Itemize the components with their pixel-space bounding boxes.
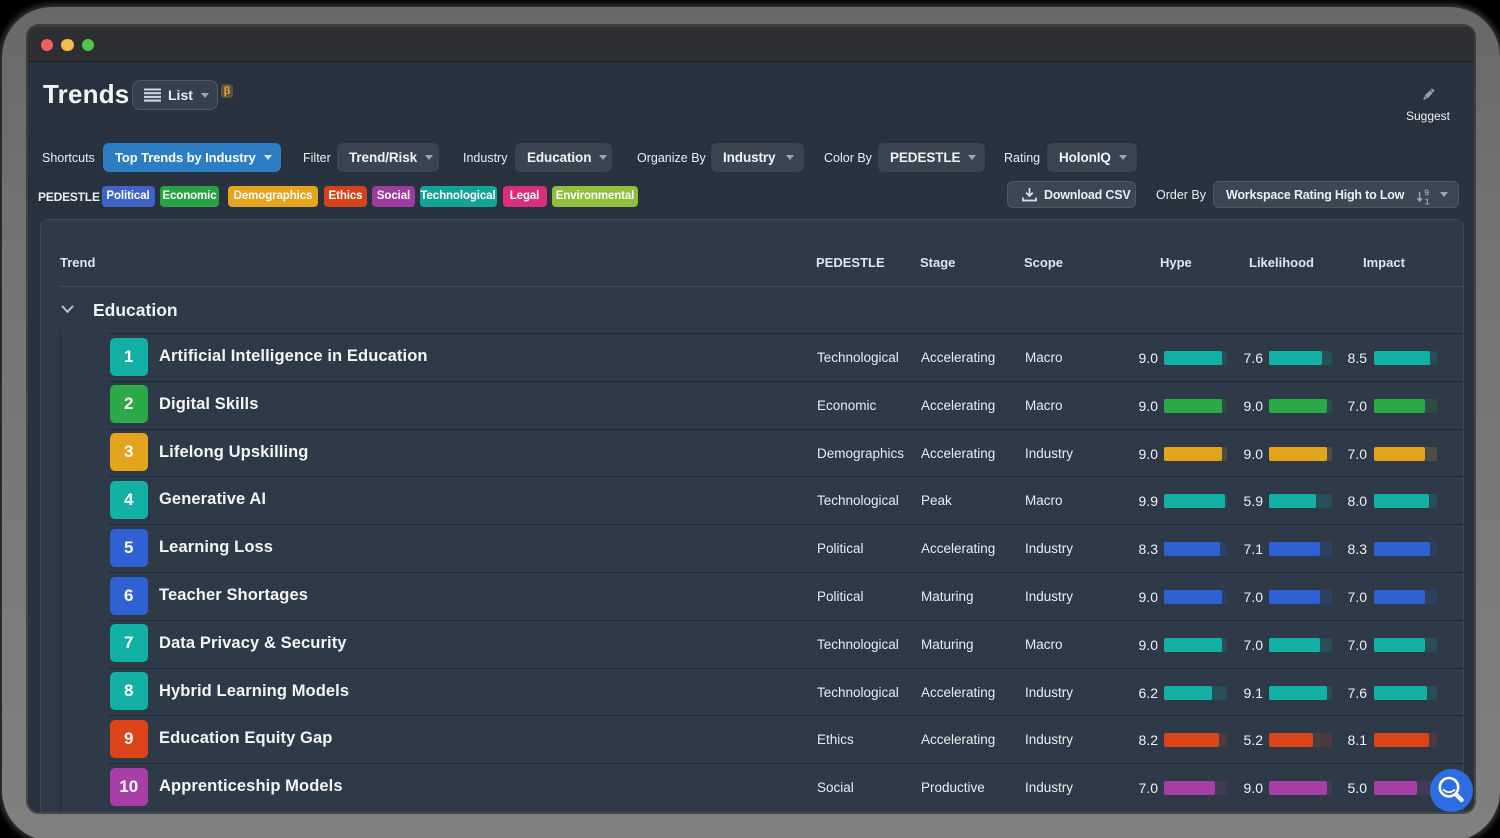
svg-text:1: 1 xyxy=(1425,197,1430,206)
